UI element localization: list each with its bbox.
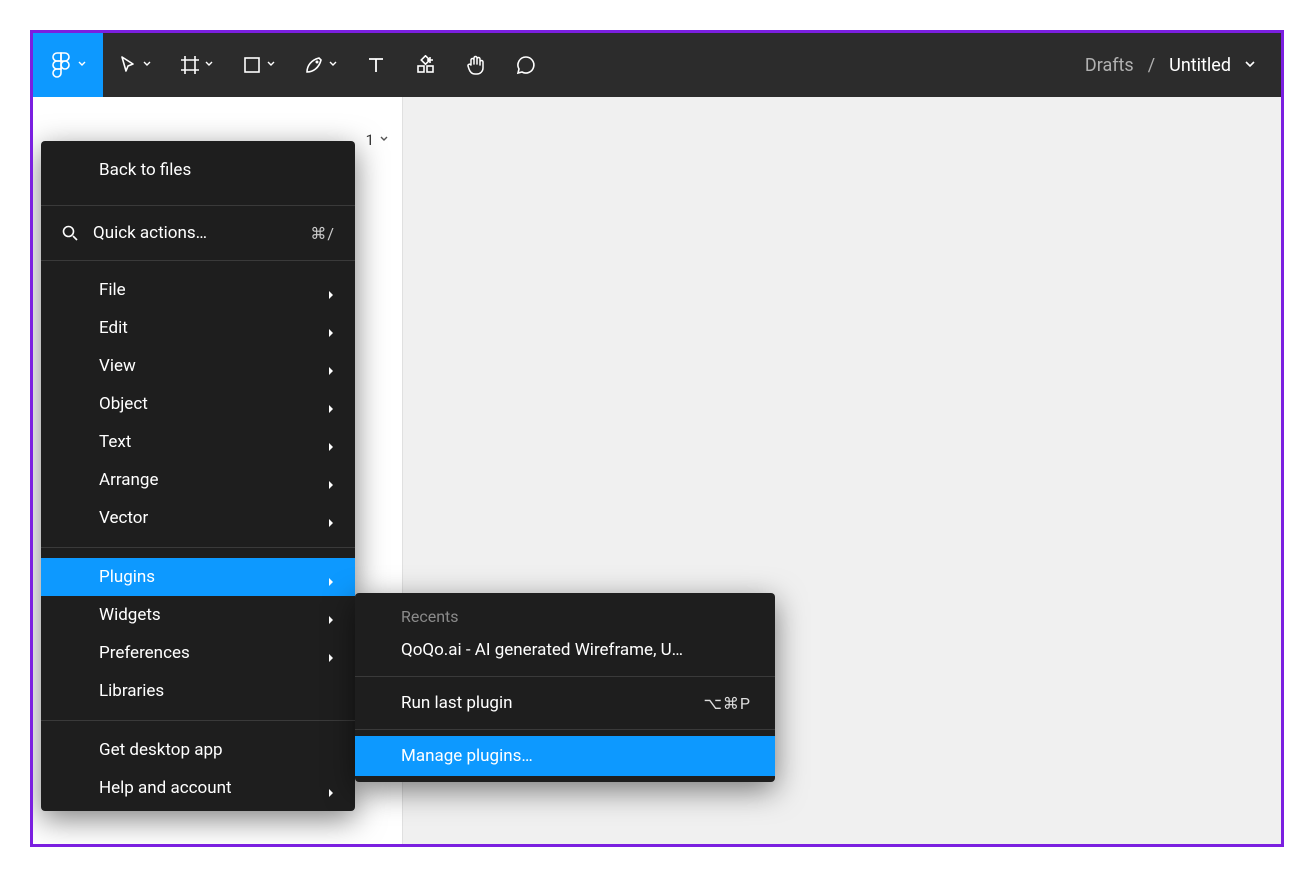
chevron-right-icon: [327, 437, 337, 447]
menu-label: Preferences: [99, 643, 190, 663]
frame-icon: [179, 54, 201, 76]
submenu-label: Run last plugin: [401, 693, 513, 713]
comment-tool[interactable]: [501, 33, 551, 97]
move-tool[interactable]: [103, 33, 165, 97]
submenu-recent-plugin[interactable]: QoQo.ai - AI generated Wireframe, U…: [355, 630, 775, 670]
menu-label: Quick actions…: [93, 223, 207, 243]
toolbar: Drafts / Untitled: [33, 33, 1281, 97]
menu-separator: [41, 547, 355, 548]
menu-label: Edit: [99, 318, 128, 338]
chevron-right-icon: [327, 572, 337, 582]
file-name[interactable]: Untitled: [1169, 55, 1231, 76]
chevron-down-icon: [329, 61, 337, 69]
main-menu-button[interactable]: [33, 33, 103, 97]
chevron-right-icon: [327, 361, 337, 371]
chevron-down-icon: [78, 61, 86, 69]
submenu-run-last-plugin[interactable]: Run last plugin ⌥⌘P: [355, 683, 775, 723]
menu-label: Widgets: [99, 605, 161, 625]
menu-view[interactable]: View: [41, 347, 355, 385]
text-icon: [365, 54, 387, 76]
page-selector[interactable]: 1: [366, 131, 388, 149]
submenu-separator: [355, 729, 775, 730]
shape-tool[interactable]: [227, 33, 289, 97]
menu-quick-actions[interactable]: Quick actions… ⌘/: [41, 212, 355, 254]
menu-label: Plugins: [99, 567, 155, 587]
figma-logo-icon: [50, 54, 72, 76]
chevron-right-icon: [327, 783, 337, 793]
menu-help-account[interactable]: Help and account: [41, 769, 355, 807]
menu-file[interactable]: File: [41, 271, 355, 309]
pen-icon: [303, 54, 325, 76]
menu-separator: [41, 720, 355, 721]
menu-widgets[interactable]: Widgets: [41, 596, 355, 634]
plugins-submenu: Recents QoQo.ai - AI generated Wireframe…: [355, 593, 775, 782]
menu-label: Back to files: [99, 160, 191, 180]
chevron-right-icon: [327, 610, 337, 620]
chevron-right-icon: [327, 285, 337, 295]
hand-icon: [465, 54, 487, 76]
main-menu: Back to files Quick actions… ⌘/ File Edi…: [41, 141, 355, 811]
project-name[interactable]: Drafts: [1085, 55, 1134, 76]
breadcrumb: Drafts / Untitled: [1085, 55, 1281, 76]
chevron-right-icon: [327, 475, 337, 485]
menu-vector[interactable]: Vector: [41, 499, 355, 537]
menu-object[interactable]: Object: [41, 385, 355, 423]
chevron-down-icon: [143, 61, 151, 69]
menu-label: Help and account: [99, 778, 232, 798]
breadcrumb-separator: /: [1148, 55, 1155, 76]
comment-icon: [515, 54, 537, 76]
menu-arrange[interactable]: Arrange: [41, 461, 355, 499]
menu-plugins[interactable]: Plugins: [41, 558, 355, 596]
menu-label: Object: [99, 394, 148, 414]
submenu-separator: [355, 676, 775, 677]
menu-label: Vector: [99, 508, 148, 528]
chevron-down-icon: [205, 61, 213, 69]
submenu-manage-plugins[interactable]: Manage plugins…: [355, 736, 775, 776]
menu-label: Text: [99, 432, 131, 452]
hand-tool[interactable]: [451, 33, 501, 97]
chevron-right-icon: [327, 513, 337, 523]
resources-tool[interactable]: [401, 33, 451, 97]
resources-icon: [415, 54, 437, 76]
chevron-down-icon[interactable]: [1245, 61, 1253, 69]
menu-preferences[interactable]: Preferences: [41, 634, 355, 672]
page-suffix: 1: [366, 131, 374, 149]
cursor-icon: [117, 54, 139, 76]
menu-separator: [41, 260, 355, 261]
menu-label: Arrange: [99, 470, 158, 490]
chevron-right-icon: [327, 399, 337, 409]
rectangle-icon: [241, 54, 263, 76]
frame-tool[interactable]: [165, 33, 227, 97]
shortcut: ⌘/: [310, 224, 335, 243]
shortcut: ⌥⌘P: [703, 694, 751, 713]
menu-back-to-files[interactable]: Back to files: [41, 141, 355, 199]
text-tool[interactable]: [351, 33, 401, 97]
menu-edit[interactable]: Edit: [41, 309, 355, 347]
submenu-header: Recents: [355, 599, 775, 630]
menu-text[interactable]: Text: [41, 423, 355, 461]
menu-label: Libraries: [99, 681, 164, 701]
search-icon: [61, 224, 79, 242]
menu-label: File: [99, 280, 126, 300]
menu-label: Get desktop app: [99, 740, 223, 760]
chevron-right-icon: [327, 323, 337, 333]
submenu-label: QoQo.ai - AI generated Wireframe, U…: [401, 640, 683, 660]
chevron-down-icon: [267, 61, 275, 69]
chevron-down-icon: [380, 136, 388, 144]
app-frame: Drafts / Untitled 1 Back to files: [30, 30, 1284, 847]
menu-libraries[interactable]: Libraries: [41, 672, 355, 710]
menu-label: View: [99, 356, 136, 376]
chevron-right-icon: [327, 648, 337, 658]
menu-get-desktop-app[interactable]: Get desktop app: [41, 731, 355, 769]
submenu-label: Manage plugins…: [401, 746, 533, 766]
pen-tool[interactable]: [289, 33, 351, 97]
canvas[interactable]: 1 Back to files Quick actions… ⌘/: [33, 97, 1281, 844]
menu-separator: [41, 205, 355, 206]
